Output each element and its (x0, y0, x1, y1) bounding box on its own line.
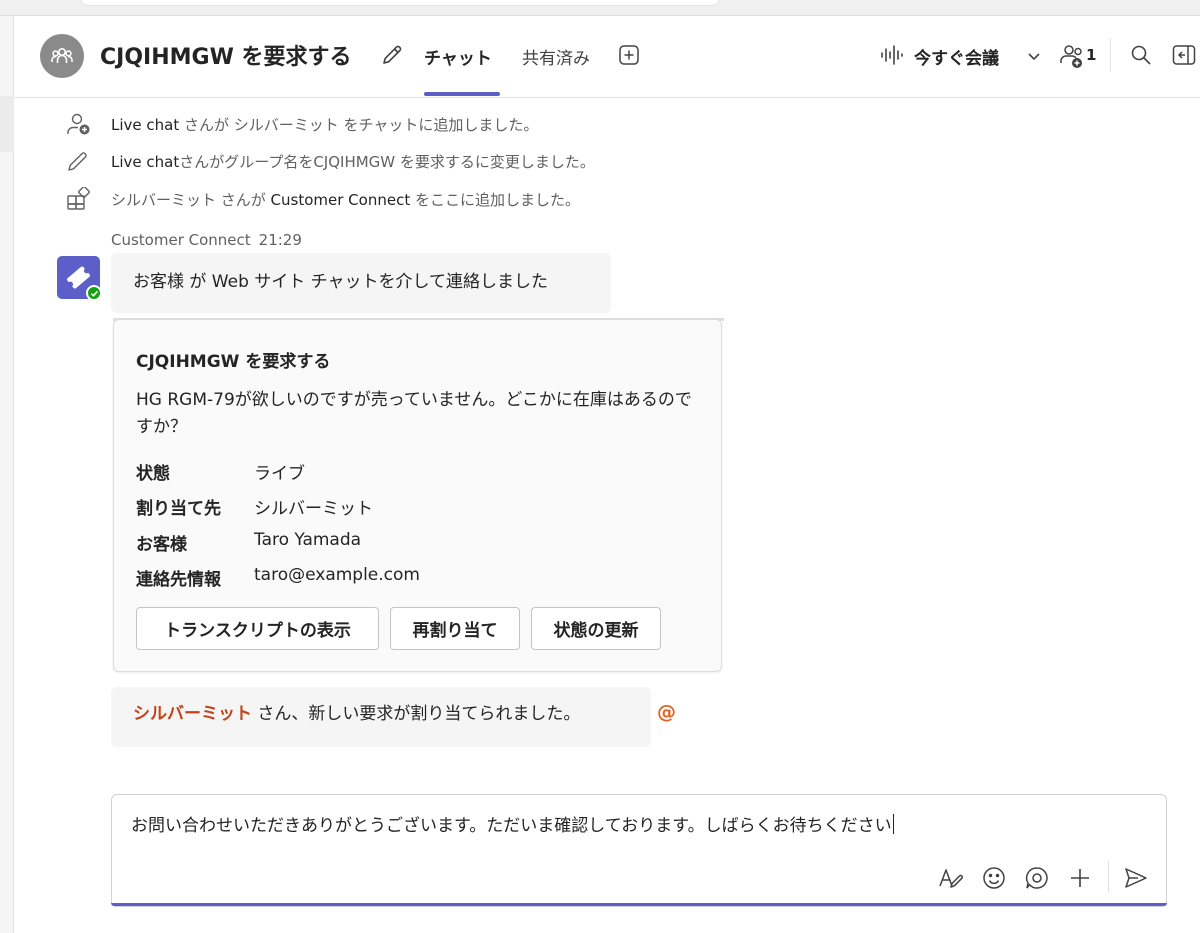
system-message: Live chatさんがグループ名をCJQIHMGW を要求するに変更しました。 (66, 149, 866, 173)
mention-message-text: シルバーミット さん、新しい要求が割り当てられました。 (133, 699, 580, 724)
message-time: 21:29 (258, 231, 302, 249)
actor-name: Live chat (111, 152, 180, 171)
chat-title: CJQIHMGW を要求する (100, 45, 352, 70)
participants-icon[interactable] (1058, 42, 1086, 70)
field-assignee: 割り当て先 シルバーミット (136, 494, 696, 520)
mention-at-icon: @ (657, 701, 676, 723)
app-name: Customer Connect (270, 190, 411, 209)
actor-name: Live chat (111, 115, 180, 134)
search-icon[interactable] (1130, 44, 1152, 66)
system-message-text: シルバーミット さんが Customer Connect をここに追加しました。 (111, 189, 580, 210)
system-message-pre: シルバーミット さんが (111, 190, 271, 209)
field-value: シルバーミット (254, 499, 373, 519)
system-message-rest: さんが シルバーミット をチャットに追加しました。 (179, 115, 539, 134)
send-icon[interactable] (1123, 865, 1149, 891)
side-panel-icon[interactable] (1172, 44, 1196, 66)
system-message: Live chat さんが シルバーミット をチャットに追加しました。 (66, 112, 866, 136)
message-text: お客様 が Web サイト チャットを介して連絡しました (133, 272, 548, 292)
compose-input-value: お問い合わせいただきありがとうございます。ただいま確認しております。しばらくお待… (131, 816, 892, 836)
field-label: お客様 (136, 535, 187, 555)
group-icon (51, 48, 73, 63)
update-status-button[interactable]: 状態の更新 (531, 607, 661, 650)
participant-count[interactable]: 1 (1086, 46, 1096, 64)
add-tab-icon[interactable] (618, 44, 640, 66)
mention-message-bubble: シルバーミット さん、新しい要求が割り当てられました。 (111, 687, 651, 747)
mention-message-rest: さん、新しい要求が割り当てられました。 (252, 704, 581, 724)
field-label: 割り当て先 (136, 499, 221, 519)
chat-header: CJQIHMGW を要求する チャット 共有済み 今すぐ会議 1 (14, 16, 1200, 98)
pencil-icon (68, 152, 87, 171)
address-bar[interactable] (80, 0, 720, 6)
text-caret (892, 814, 894, 834)
format-icon[interactable] (938, 865, 964, 891)
field-customer: お客様 Taro Yamada (136, 530, 696, 556)
chevron-down-icon[interactable] (1026, 48, 1042, 64)
add-icon[interactable] (1067, 865, 1093, 891)
loop-icon[interactable] (1024, 865, 1050, 891)
edit-title-icon[interactable] (380, 43, 404, 67)
field-status: 状態 ライブ (136, 459, 696, 485)
message-bubble: お客様 が Web サイト チャットを介して連絡しました (111, 253, 611, 313)
system-message-post: をここに追加しました。 (410, 190, 580, 209)
request-card: CJQIHMGW を要求する HG RGM-79が欲しいのですが売っていません。… (113, 319, 722, 672)
compose-box[interactable]: お問い合わせいただきありがとうございます。ただいま確認しております。しばらくお待… (111, 794, 1167, 907)
system-message-text: Live chatさんがグループ名をCJQIHMGW を要求するに変更しました。 (111, 151, 595, 172)
view-transcript-button[interactable]: トランスクリプトの表示 (136, 607, 379, 650)
field-contact: 連絡先情報 taro@example.com (136, 565, 696, 591)
reassign-button[interactable]: 再割り当て (390, 607, 520, 650)
field-value: Taro Yamada (254, 530, 362, 550)
tab-shared[interactable]: 共有済み (522, 44, 590, 69)
left-rail (0, 16, 14, 933)
field-label: 連絡先情報 (136, 570, 221, 590)
tab-chat-active-indicator (424, 92, 500, 96)
compose-divider (1108, 861, 1109, 893)
window-top-strip (0, 0, 1200, 16)
system-message-rest: さんがグループ名をCJQIHMGW を要求するに変更しました。 (179, 152, 595, 171)
meet-now-button[interactable]: 今すぐ会議 (914, 44, 999, 69)
header-divider (1110, 38, 1111, 72)
field-label: 状態 (136, 464, 170, 484)
system-message-text: Live chat さんが シルバーミット をチャットに追加しました。 (111, 114, 538, 135)
compose-focus-underline (111, 903, 1167, 906)
sender-name: Customer Connect (111, 231, 251, 249)
system-message: シルバーミット さんが Customer Connect をここに追加しました。 (66, 187, 866, 211)
left-rail-selected (0, 96, 14, 152)
presence-available-icon (86, 285, 102, 301)
group-avatar[interactable] (40, 34, 84, 78)
mention-name[interactable]: シルバーミット (133, 704, 252, 724)
add-person-icon (67, 113, 90, 135)
tab-chat[interactable]: チャット (424, 44, 492, 69)
compose-input[interactable]: お問い合わせいただきありがとうございます。ただいま確認しております。しばらくお待… (131, 811, 894, 836)
field-value: ライブ (254, 464, 305, 484)
message-meta: Customer Connect 21:29 (111, 231, 302, 249)
emoji-icon[interactable] (981, 865, 1007, 891)
meet-now-icon[interactable] (880, 43, 904, 67)
apps-icon (67, 187, 90, 210)
card-description: HG RGM-79が欲しいのですが売っていません。どこかに在庫はあるのですか？ (136, 390, 692, 437)
field-value: taro@example.com (254, 565, 420, 585)
card-title: CJQIHMGW を要求する (136, 352, 331, 372)
